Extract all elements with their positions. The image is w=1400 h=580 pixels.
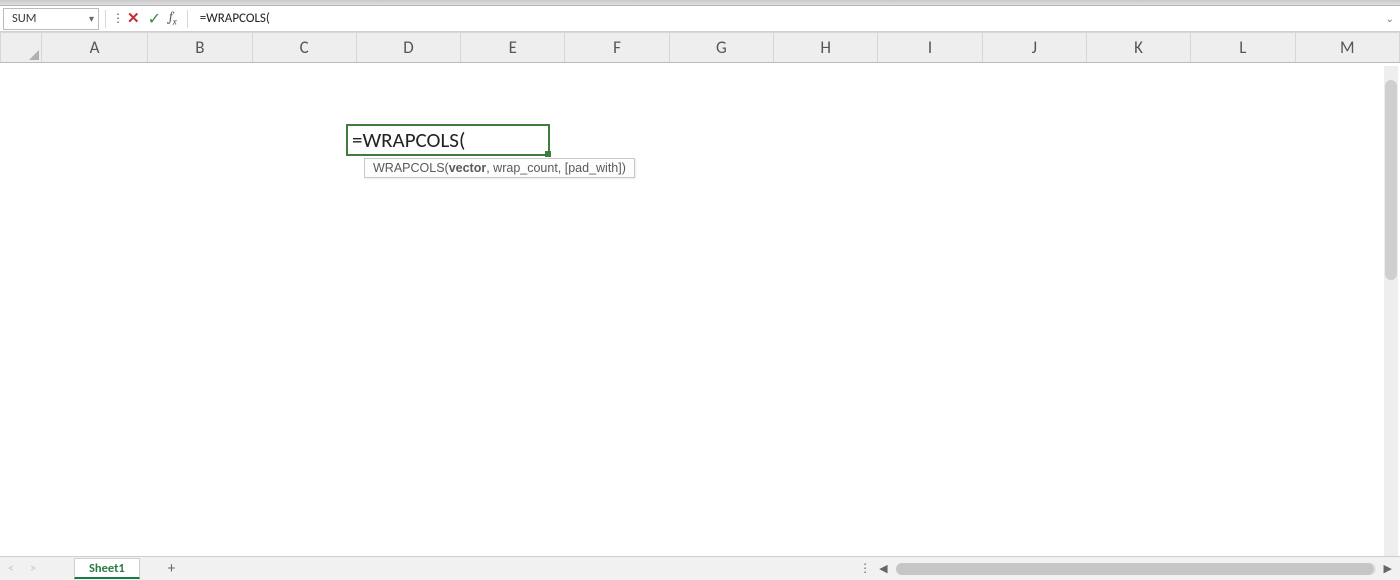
col-header-J[interactable]: J — [982, 33, 1086, 63]
cancel-icon[interactable]: ✕ — [123, 9, 144, 28]
formula-input[interactable]: =WRAPCOLS( — [194, 11, 1380, 26]
col-header-M[interactable]: M — [1295, 33, 1399, 63]
enter-icon[interactable]: ✓ — [144, 9, 165, 29]
function-tooltip[interactable]: WRAPCOLS(vector, wrap_count, [pad_with]) — [364, 158, 635, 178]
add-sheet-icon[interactable]: + — [168, 560, 175, 578]
col-header-A[interactable]: A — [41, 33, 147, 63]
horizontal-scrollbar[interactable] — [896, 563, 1376, 575]
col-header-F[interactable]: F — [565, 33, 669, 63]
vertical-scroll-thumb[interactable] — [1385, 80, 1397, 280]
chevron-down-icon[interactable]: ▾ — [89, 12, 94, 25]
name-box-value: SUM — [12, 11, 36, 26]
col-header-C[interactable]: C — [252, 33, 356, 63]
column-header-row: A B C D E F G H I J K L M — [1, 33, 1400, 63]
more-icon[interactable]: ⋮ — [112, 11, 123, 26]
tab-next-icon[interactable]: > — [22, 562, 44, 576]
tooltip-arg-bold: vector — [449, 161, 487, 175]
sheet-table: A B C D E F G H I J K L M — [0, 32, 1400, 63]
col-header-B[interactable]: B — [148, 33, 252, 63]
tooltip-rest: , wrap_count, [pad_with]) — [486, 161, 626, 175]
horizontal-scroll-thumb[interactable] — [896, 563, 1374, 575]
sheet-tab-active[interactable]: Sheet1 — [74, 558, 140, 579]
name-box[interactable]: SUM ▾ — [3, 8, 99, 30]
fx-icon[interactable]: fx — [165, 10, 181, 28]
hscroll-right-icon[interactable]: ▶ — [1382, 562, 1400, 575]
tab-prev-icon[interactable]: < — [0, 562, 22, 576]
formula-bar: SUM ▾ ⋮ ✕ ✓ fx =WRAPCOLS( ⌄ — [0, 6, 1400, 32]
active-cell-text: =WRAPCOLS( — [352, 127, 465, 153]
col-header-L[interactable]: L — [1191, 33, 1295, 63]
col-header-I[interactable]: I — [878, 33, 982, 63]
separator — [187, 10, 188, 28]
separator — [105, 10, 106, 28]
fill-handle[interactable] — [545, 151, 551, 157]
tooltip-fn: WRAPCOLS( — [373, 161, 449, 175]
col-header-G[interactable]: G — [669, 33, 773, 63]
hscroll-left-icon[interactable]: ◀ — [877, 562, 889, 575]
expand-formula-bar-icon[interactable]: ⌄ — [1380, 12, 1400, 25]
col-header-H[interactable]: H — [774, 33, 878, 63]
col-header-D[interactable]: D — [356, 33, 460, 63]
sheet-tab-bar: < > Sheet1 + ⋮ ◀ ▶ — [0, 556, 1400, 580]
col-header-K[interactable]: K — [1086, 33, 1190, 63]
vertical-scrollbar[interactable] — [1384, 66, 1398, 560]
select-all-corner[interactable] — [1, 33, 42, 63]
tab-more-icon[interactable]: ⋮ — [853, 561, 877, 576]
active-cell-editor[interactable]: =WRAPCOLS( — [346, 124, 550, 156]
col-header-E[interactable]: E — [461, 33, 565, 63]
worksheet-grid[interactable]: A B C D E F G H I J K L M =WRAPCOLS( WRA… — [0, 32, 1400, 556]
